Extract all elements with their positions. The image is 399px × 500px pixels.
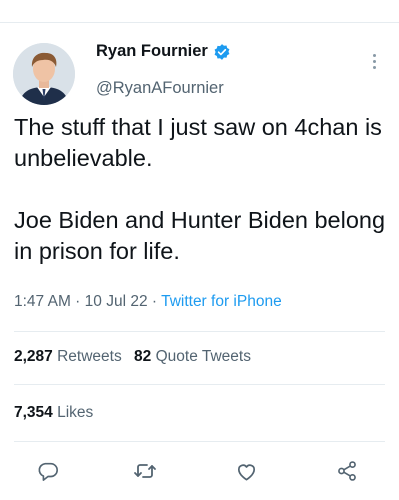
display-name-text: Ryan Fournier xyxy=(96,42,208,60)
likes-count: 7,354 xyxy=(14,404,53,421)
display-name[interactable]: Ryan Fournier xyxy=(96,42,231,61)
likes-label: Likes xyxy=(57,404,94,421)
retweets-count: 2,287 xyxy=(14,348,53,365)
divider xyxy=(14,331,385,332)
tweet-date[interactable]: 10 Jul 22 xyxy=(85,293,148,310)
avatar[interactable] xyxy=(13,43,75,105)
tweet-text: The stuff that I just saw on 4chan is un… xyxy=(14,114,386,264)
tweet-source-link[interactable]: Twitter for iPhone xyxy=(161,293,282,310)
quotes-count: 82 xyxy=(134,348,152,365)
divider xyxy=(14,441,385,442)
divider xyxy=(14,384,385,385)
quotes-label: Quote Tweets xyxy=(155,348,251,365)
verified-badge-icon xyxy=(213,43,231,61)
meta-separator: · xyxy=(70,293,85,310)
retweets-label: Retweets xyxy=(57,348,122,365)
retweet-stats-row: 2,287 Retweets 82 Quote Tweets xyxy=(14,348,259,366)
more-icon[interactable] xyxy=(364,51,384,71)
quote-tweets-stat[interactable]: 82 Quote Tweets xyxy=(134,348,251,366)
tweet-actions xyxy=(0,448,399,492)
likes-stat[interactable]: 7,354 Likes xyxy=(14,404,93,422)
user-handle[interactable]: @RyanAFournier xyxy=(96,79,224,98)
retweets-stat[interactable]: 2,287 Retweets xyxy=(14,348,122,366)
reply-icon[interactable] xyxy=(33,456,63,486)
tweet-time[interactable]: 1:47 AM xyxy=(14,293,71,310)
like-icon[interactable] xyxy=(231,456,261,486)
tweet: Ryan Fournier @RyanAFournier The stuff t… xyxy=(0,23,399,500)
share-icon[interactable] xyxy=(332,456,362,486)
tweet-meta: 1:47 AM · 10 Jul 22 · Twitter for iPhone xyxy=(14,293,282,311)
retweet-icon[interactable] xyxy=(130,456,160,486)
meta-separator: · xyxy=(147,293,162,310)
likes-stats-row: 7,354 Likes xyxy=(14,404,101,422)
